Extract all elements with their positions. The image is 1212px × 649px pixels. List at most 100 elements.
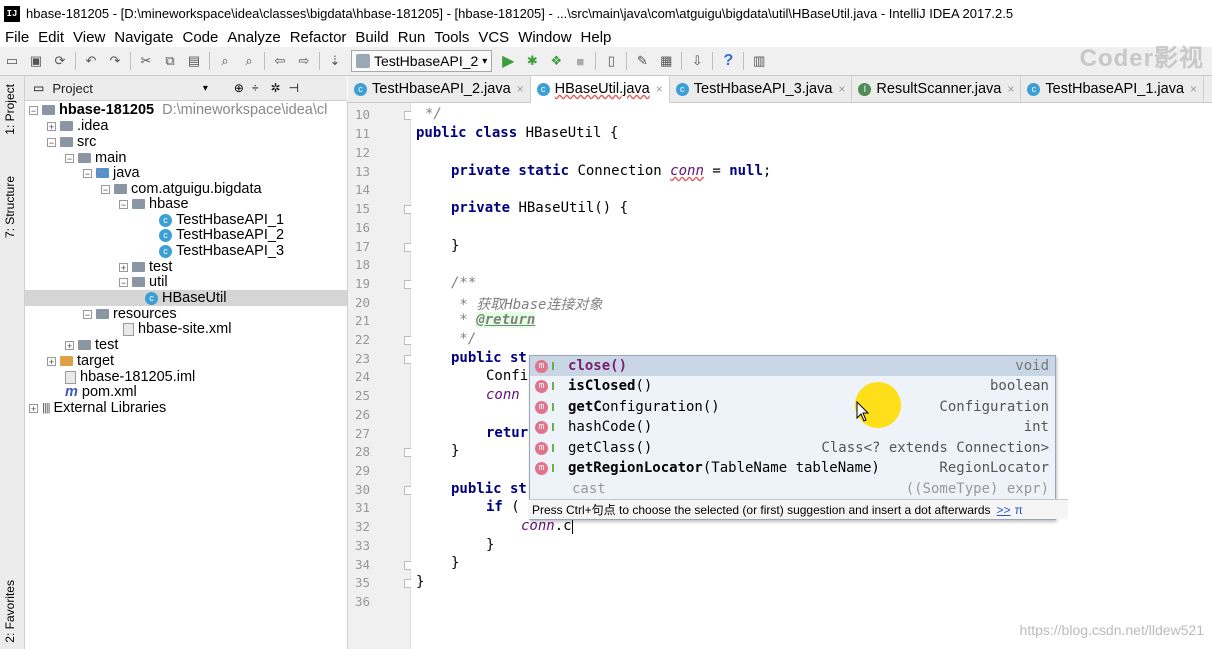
sync-icon[interactable]: ⟳ xyxy=(50,51,70,71)
copy-icon[interactable]: ⧉ xyxy=(160,51,180,71)
open-folder-icon[interactable]: ▭ xyxy=(2,51,22,71)
collapse-icon[interactable]: − xyxy=(47,137,56,147)
tree-item-hbaseutil[interactable]: c HBaseUtil xyxy=(25,290,347,306)
terminal-icon[interactable]: ▥ xyxy=(749,51,769,71)
back-icon[interactable]: ⇦ xyxy=(270,51,290,71)
tab-testhbaseapi-3[interactable]: c TestHbaseAPI_3.java × xyxy=(670,76,853,102)
completion-item[interactable]: m isClosed() boolean xyxy=(530,376,1055,396)
structure-tool-tab[interactable]: 7: Structure xyxy=(3,176,17,238)
tree-item-package[interactable]: − com.atguigu.bigdata xyxy=(101,181,262,197)
tab-testhbaseapi-1[interactable]: c TestHbaseAPI_1.java × xyxy=(1021,76,1205,102)
collapse-all-icon[interactable]: ÷ xyxy=(252,81,259,95)
close-icon[interactable]: × xyxy=(517,82,524,96)
collapse-icon[interactable]: − xyxy=(101,184,110,194)
redo-icon[interactable]: ↷ xyxy=(105,51,125,71)
expand-icon[interactable]: + xyxy=(47,121,56,131)
close-icon[interactable]: × xyxy=(838,82,845,96)
completion-item[interactable]: m close() void xyxy=(530,356,1055,376)
close-icon[interactable]: × xyxy=(1007,82,1014,96)
menu-code[interactable]: Code xyxy=(177,29,222,46)
collapse-icon[interactable]: − xyxy=(65,153,74,163)
paste-icon[interactable]: ▤ xyxy=(184,51,204,71)
tree-item-testhbaseapi-3[interactable]: c TestHbaseAPI_3 xyxy=(159,243,284,259)
tree-item-src[interactable]: − src xyxy=(47,134,96,150)
menu-refactor[interactable]: Refactor xyxy=(285,29,351,46)
tree-item-testhbaseapi-2[interactable]: c TestHbaseAPI_2 xyxy=(159,227,284,243)
completion-item[interactable]: m hashCode() int xyxy=(530,417,1055,437)
menu-window[interactable]: Window xyxy=(513,29,575,46)
menu-view[interactable]: View xyxy=(68,29,109,46)
menu-navigate[interactable]: Navigate xyxy=(109,29,177,46)
menu-help[interactable]: Help xyxy=(576,29,616,46)
menu-file[interactable]: File xyxy=(0,29,33,46)
close-icon[interactable]: × xyxy=(1190,82,1197,96)
more-hints-link[interactable]: >> xyxy=(997,503,1011,517)
tab-resultscanner[interactable]: I ResultScanner.java × xyxy=(852,76,1022,102)
build-icon[interactable]: ⇣ xyxy=(325,51,345,71)
help-icon[interactable]: ? xyxy=(718,51,738,71)
coverage-icon[interactable]: ❖ xyxy=(546,51,566,71)
tree-item-pom-xml[interactable]: m pom.xml xyxy=(65,384,137,400)
collapse-icon[interactable]: − xyxy=(119,277,128,287)
menu-analyze[interactable]: Analyze xyxy=(222,29,284,46)
cut-icon[interactable]: ✂ xyxy=(136,51,156,71)
menu-tools[interactable]: Tools xyxy=(429,29,473,46)
tree-item-target[interactable]: + target xyxy=(47,353,114,369)
gear-icon[interactable]: ✲ xyxy=(271,81,281,95)
tree-item-testhbaseapi-1[interactable]: c TestHbaseAPI_1 xyxy=(159,212,284,228)
run-configuration-select[interactable]: TestHbaseAPI_2 ▾ xyxy=(351,50,493,72)
collapse-icon[interactable]: − xyxy=(83,309,92,319)
collapse-icon[interactable]: − xyxy=(119,199,128,209)
replace-icon[interactable]: ⌕ xyxy=(239,51,259,71)
vcs-icon[interactable]: ▯ xyxy=(601,51,621,71)
undo-icon[interactable]: ↶ xyxy=(81,51,101,71)
tab-hbaseutil[interactable]: c HBaseUtil.java × xyxy=(530,76,670,104)
completion-item[interactable]: m getRegionLocator(TableName tableName) … xyxy=(530,458,1055,478)
tree-item-test-package[interactable]: + test xyxy=(119,259,172,275)
scroll-from-source-icon[interactable]: ⊕ xyxy=(234,81,244,95)
menu-vcs[interactable]: VCS xyxy=(473,29,513,46)
tree-item-idea[interactable]: + .idea xyxy=(47,118,108,134)
expand-icon[interactable]: + xyxy=(65,340,74,350)
tree-item-hbase-site-xml[interactable]: hbase-site.xml xyxy=(123,321,231,337)
menu-run[interactable]: Run xyxy=(393,29,430,46)
tab-testhbaseapi-2[interactable]: c TestHbaseAPI_2.java × xyxy=(348,76,531,102)
code-text: HBaseUtil() { xyxy=(510,200,629,216)
tree-item-iml[interactable]: hbase-181205.iml xyxy=(65,369,195,385)
completion-item[interactable]: m getConfiguration() Configuration xyxy=(530,397,1055,417)
expand-icon[interactable]: + xyxy=(47,356,56,366)
completion-item[interactable]: m getClass() Class<? extends Connection> xyxy=(530,438,1055,458)
completion-match: getC xyxy=(568,399,602,415)
tree-item-main[interactable]: − main xyxy=(65,150,126,166)
project-tool-tab[interactable]: 1: Project xyxy=(3,84,17,135)
tree-item-project-root[interactable]: − hbase-181205 D:\mineworkspace\idea\cl xyxy=(29,102,327,118)
tree-item-java[interactable]: − java xyxy=(83,165,140,181)
menu-edit[interactable]: Edit xyxy=(33,29,68,46)
save-all-icon[interactable]: ▣ xyxy=(26,51,46,71)
stop-icon[interactable]: ■ xyxy=(570,51,590,71)
tree-item-test-src[interactable]: + test xyxy=(65,337,118,353)
sdk-icon[interactable]: ⇩ xyxy=(687,51,707,71)
expand-icon[interactable]: + xyxy=(119,262,128,272)
project-panel-title[interactable]: Project xyxy=(52,81,92,96)
collapse-icon[interactable]: − xyxy=(29,105,38,115)
tree-item-util[interactable]: − util xyxy=(119,274,168,290)
chevron-down-icon[interactable]: ▾ xyxy=(203,83,208,94)
project-structure-icon[interactable]: ▦ xyxy=(656,51,676,71)
favorites-tool-tab[interactable]: 2: Favorites xyxy=(3,580,17,643)
completion-item[interactable]: cast ((SomeType) expr) xyxy=(530,479,1055,499)
collapse-icon[interactable]: − xyxy=(83,168,92,178)
pi-icon[interactable]: π xyxy=(1015,503,1023,517)
tree-item-external-libraries[interactable]: + |||| External Libraries xyxy=(29,400,166,416)
debug-icon[interactable]: ✱ xyxy=(522,51,542,71)
run-icon[interactable]: ▶ xyxy=(498,51,518,71)
hide-panel-icon[interactable]: ⊣ xyxy=(289,81,299,95)
tree-item-resources[interactable]: − resources xyxy=(83,306,177,322)
find-icon[interactable]: ⌕ xyxy=(215,51,235,71)
expand-icon[interactable]: + xyxy=(29,403,38,413)
settings-wrench-icon[interactable]: ✎ xyxy=(632,51,652,71)
close-icon[interactable]: × xyxy=(656,82,663,96)
menu-build[interactable]: Build xyxy=(350,29,392,46)
forward-icon[interactable]: ⇨ xyxy=(294,51,314,71)
tree-item-hbase[interactable]: − hbase xyxy=(119,196,189,212)
